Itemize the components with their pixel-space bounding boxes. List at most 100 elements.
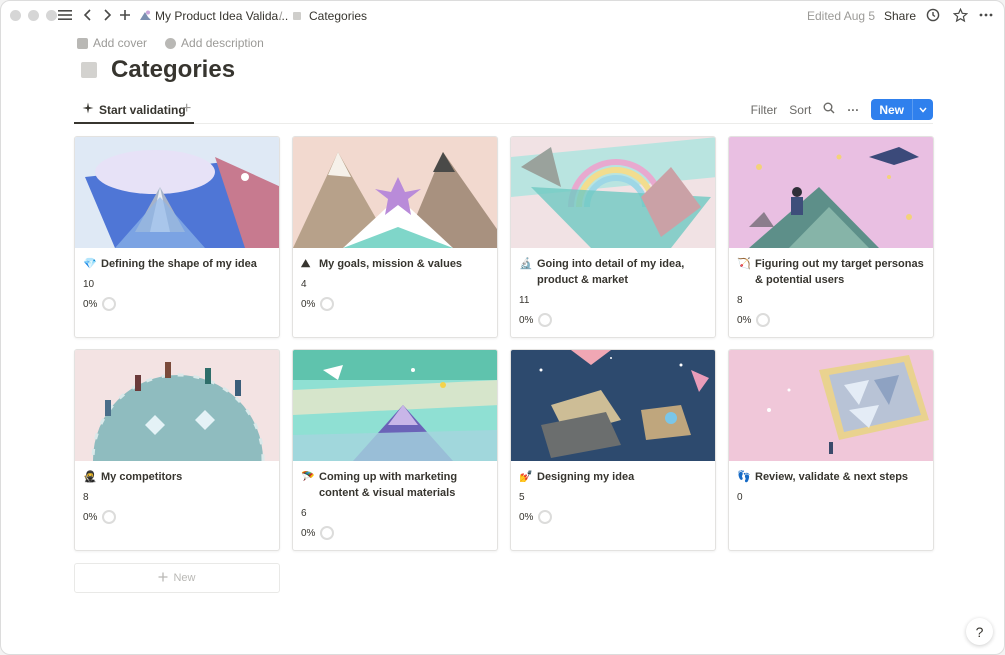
gallery-card[interactable]: ⛰ My goals, mission & values 4 0% — [292, 136, 498, 338]
page-actions: Add cover Add description — [77, 36, 264, 50]
breadcrumb-workspace[interactable]: My Product Idea Valida... — [155, 9, 288, 23]
card-cover-image — [293, 350, 497, 461]
new-page-icon[interactable] — [116, 6, 134, 24]
workspace-icon — [136, 6, 154, 24]
view-more-button[interactable]: ··· — [847, 103, 859, 117]
card-emoji: 👣 — [737, 471, 751, 483]
card-title: Going into detail of my idea, product & … — [537, 258, 685, 286]
card-progress-label: 0% — [301, 298, 316, 310]
card-emoji: 🪂 — [301, 471, 315, 483]
window-controls[interactable] — [10, 10, 57, 21]
tab-start-validating[interactable]: Start validating — [74, 97, 194, 124]
sparkle-icon — [82, 102, 94, 117]
card-title: Coming up with marketing content & visua… — [319, 471, 458, 499]
edited-timestamp: Edited Aug 5 — [807, 9, 876, 23]
card-emoji: 🥷 — [83, 471, 97, 483]
card-count: 10 — [83, 279, 95, 290]
card-emoji: 💎 — [83, 258, 97, 270]
add-description-button[interactable]: Add description — [165, 36, 264, 50]
view-bar: Start validating + Filter Sort ··· New — [74, 97, 933, 124]
more-options-icon[interactable] — [977, 6, 995, 24]
gallery-card[interactable]: 🪂 Coming up with marketing content & visu… — [292, 349, 498, 551]
add-card-label: New — [173, 572, 196, 584]
progress-ring-icon — [320, 526, 335, 540]
card-count: 0 — [737, 492, 743, 503]
tab-label: Start validating — [99, 102, 186, 117]
card-title: Designing my idea — [537, 471, 635, 483]
gallery-card[interactable]: 🥷 My competitors 8 0% — [74, 349, 280, 551]
add-cover-label: Add cover — [93, 36, 148, 50]
top-bar: My Product Idea Valida... / Categories E… — [1, 1, 1004, 31]
card-emoji: 🔬 — [519, 258, 533, 270]
page-header: Categories — [81, 56, 235, 84]
card-title: My goals, mission & values — [319, 258, 463, 270]
add-description-label: Add description — [181, 36, 264, 50]
sort-button[interactable]: Sort — [789, 103, 811, 117]
view-controls: Filter Sort ··· New — [751, 99, 933, 120]
app-window: My Product Idea Valida... / Categories E… — [0, 0, 1005, 655]
card-count: 4 — [301, 279, 307, 290]
card-emoji: ⛰ — [301, 258, 311, 270]
card-cover-image — [293, 137, 497, 248]
forward-icon[interactable] — [98, 6, 116, 24]
add-view-button[interactable]: + — [182, 100, 191, 118]
progress-ring-icon — [320, 297, 335, 311]
card-title: Review, validate & next steps — [755, 471, 909, 483]
card-count: 6 — [301, 508, 307, 519]
card-progress-label: 0% — [519, 314, 534, 326]
add-cover-button[interactable]: Add cover — [77, 36, 147, 50]
card-progress-label: 0% — [301, 527, 316, 539]
progress-ring-icon — [538, 510, 553, 524]
gallery-card[interactable]: 🏹 Figuring out my target personas & poten… — [728, 136, 934, 338]
card-count: 5 — [519, 492, 525, 503]
help-button[interactable]: ? — [966, 618, 993, 645]
favorite-star-icon[interactable] — [951, 6, 969, 24]
gallery-card[interactable]: 💅 Designing my idea 5 0% — [510, 349, 716, 551]
card-progress-label: 0% — [519, 511, 534, 523]
page-icon-large[interactable] — [81, 62, 97, 78]
progress-ring-icon — [538, 313, 553, 327]
back-icon[interactable] — [79, 6, 97, 24]
progress-ring-icon — [102, 297, 117, 311]
new-button[interactable]: New — [871, 99, 933, 120]
card-cover-image — [511, 137, 715, 248]
progress-ring-icon — [102, 510, 117, 524]
gallery-card[interactable]: 💎 Defining the shape of my idea 10 0% — [74, 136, 280, 338]
chevron-down-icon[interactable] — [912, 99, 933, 120]
card-cover-image — [75, 350, 279, 461]
close-dot[interactable] — [10, 10, 21, 21]
history-icon[interactable] — [924, 6, 942, 24]
page-icon — [288, 7, 306, 25]
card-cover-image — [729, 137, 933, 248]
card-count: 8 — [737, 295, 743, 306]
card-progress-label: 0% — [83, 511, 98, 523]
card-title: Defining the shape of my idea — [101, 258, 257, 270]
card-title: My competitors — [101, 471, 183, 483]
filter-button[interactable]: Filter — [751, 103, 778, 117]
card-progress-label: 0% — [83, 298, 98, 310]
card-cover-image — [729, 350, 933, 461]
breadcrumb-separator: / — [279, 9, 283, 23]
card-title: Figuring out my target personas & potent… — [755, 258, 924, 286]
card-count: 11 — [519, 295, 530, 306]
info-icon — [165, 37, 177, 49]
page-title[interactable]: Categories — [111, 56, 235, 84]
image-icon — [77, 37, 88, 49]
breadcrumb-current[interactable]: Categories — [309, 9, 367, 23]
add-card-button[interactable]: New — [74, 563, 280, 593]
minimize-dot[interactable] — [28, 10, 39, 21]
card-emoji: 💅 — [519, 471, 533, 483]
card-cover-image — [511, 350, 715, 461]
gallery-card[interactable]: 👣 Review, validate & next steps 0 — [728, 349, 934, 551]
gallery-card[interactable]: 🔬 Going into detail of my idea, product &… — [510, 136, 716, 338]
share-button[interactable]: Share — [884, 9, 916, 23]
menu-icon[interactable] — [56, 6, 74, 24]
card-cover-image — [75, 137, 279, 248]
progress-ring-icon — [756, 313, 771, 327]
card-emoji: 🏹 — [737, 258, 751, 270]
card-progress-label: 0% — [737, 314, 752, 326]
plus-icon — [158, 572, 168, 585]
new-button-label: New — [879, 102, 904, 117]
search-icon[interactable] — [823, 102, 835, 117]
card-count: 8 — [83, 492, 89, 503]
